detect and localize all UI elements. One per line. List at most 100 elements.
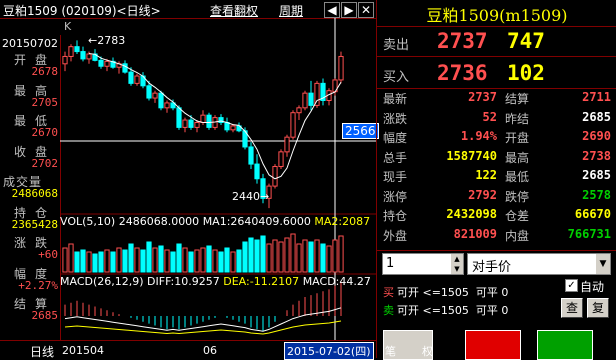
quote-stat-value: 2792 bbox=[468, 187, 497, 202]
quote-stat: 幅度 1.94% bbox=[383, 129, 497, 147]
quote-stat: 现手 122 bbox=[383, 168, 497, 186]
kline-chart[interactable]: K ←2783 2440→ 2566 VOL(5,10) 2486068.000… bbox=[60, 18, 379, 340]
volume-bar bbox=[254, 239, 260, 273]
bar-info-value: 2486068 bbox=[11, 187, 58, 200]
quote-stat: 最高 2738 bbox=[505, 149, 611, 167]
candle-body bbox=[248, 146, 254, 165]
bar-info-value: 2705 bbox=[31, 95, 59, 109]
sell-availability: 可开 <=1505 可平 0 bbox=[397, 304, 509, 317]
volume-bar bbox=[266, 243, 272, 273]
quote-stat: 跌停 2578 bbox=[505, 188, 611, 206]
volume-bar bbox=[242, 241, 248, 273]
quote-stat-label: 外盘 bbox=[383, 228, 408, 243]
candle-body bbox=[74, 46, 80, 53]
close-icon[interactable]: ✕ bbox=[358, 2, 374, 18]
volume-bar bbox=[62, 247, 68, 273]
volume-bar bbox=[116, 247, 122, 273]
candle-body bbox=[194, 122, 200, 128]
volume-bar bbox=[152, 247, 158, 273]
volume-bar bbox=[248, 237, 254, 273]
volume-bar bbox=[80, 249, 86, 273]
volume-bar bbox=[176, 243, 182, 273]
quote-stat-label: 最新 bbox=[383, 92, 408, 106]
quote-stat-value: 52 bbox=[482, 109, 497, 124]
axis-date-start: 201504 bbox=[62, 344, 104, 357]
bar-info-value: 2685 bbox=[31, 309, 59, 322]
prev-icon[interactable]: ◀ bbox=[324, 2, 340, 18]
quote-stat: 仓差 66670 bbox=[505, 207, 611, 225]
volume-bar bbox=[74, 251, 80, 273]
reset-button[interactable]: 复 bbox=[587, 298, 609, 318]
bid-label: 买入 bbox=[383, 70, 410, 85]
quote-stat-label: 幅度 bbox=[383, 131, 408, 145]
volume-bar bbox=[224, 247, 230, 273]
sell-order-button[interactable] bbox=[537, 330, 593, 360]
qty-spinner-icon[interactable]: ▲ ▼ bbox=[451, 254, 463, 274]
price-type-select[interactable]: 对手价 ▼ bbox=[467, 253, 611, 275]
candle-body bbox=[278, 151, 284, 168]
bid-qty: 102 bbox=[507, 61, 545, 85]
quote-stat: 持仓 2432098 bbox=[383, 207, 497, 225]
buy-tag: 买 bbox=[383, 286, 394, 299]
candle-body bbox=[98, 59, 104, 67]
bar-info-value: +60 bbox=[38, 248, 58, 261]
volume-bar bbox=[284, 237, 290, 273]
dea-line bbox=[64, 320, 342, 335]
qty-input[interactable]: 1 ▲ ▼ bbox=[382, 253, 464, 275]
quote-stat-value: 2578 bbox=[582, 187, 611, 202]
volume-bar bbox=[86, 251, 92, 273]
quote-stat-label: 涨停 bbox=[383, 189, 408, 204]
volume-bar bbox=[212, 249, 218, 273]
buy-availability: 可开 <=1505 可平 0 bbox=[397, 286, 509, 299]
candle-body bbox=[62, 55, 68, 65]
auto-checkbox[interactable]: ✓ bbox=[565, 279, 578, 292]
candle-body bbox=[164, 102, 170, 109]
volume-bar bbox=[338, 235, 344, 273]
period-link[interactable]: 周期 bbox=[279, 2, 303, 19]
candle-body bbox=[86, 53, 92, 60]
volume-bar bbox=[230, 251, 236, 273]
high-marker: ←2783 bbox=[88, 34, 126, 47]
quote-panel: 豆粕1509(m1509) 卖出 2737 747 买入 2736 102 最新… bbox=[376, 0, 616, 360]
quote-stat-label: 现手 bbox=[383, 170, 408, 184]
volume-bar bbox=[332, 239, 338, 273]
query-button[interactable]: 查 bbox=[561, 298, 583, 318]
quote-stat-label: 昨结 bbox=[505, 111, 530, 126]
axis-date-mid: 06 bbox=[203, 344, 217, 357]
ask-label: 卖出 bbox=[383, 38, 410, 53]
candle-body bbox=[146, 85, 152, 99]
volume-bar bbox=[68, 243, 74, 273]
quote-stat-label: 内盘 bbox=[505, 228, 530, 243]
candle-body bbox=[206, 114, 212, 128]
tab-right[interactable]: 权 bbox=[422, 343, 433, 359]
chevron-down-icon[interactable]: ▼ bbox=[596, 254, 610, 274]
quote-stat-label: 跌停 bbox=[505, 189, 530, 204]
quote-stat-value: 1.94% bbox=[460, 129, 497, 143]
buy-order-button[interactable] bbox=[465, 330, 521, 360]
quote-stat-label: 结算 bbox=[505, 92, 530, 106]
volume-bar bbox=[158, 245, 164, 273]
quote-stat-value: 2738 bbox=[582, 148, 611, 163]
rights-link[interactable]: 查看翻权 bbox=[210, 2, 258, 19]
volume-bar bbox=[128, 243, 134, 273]
quote-stat-label: 持仓 bbox=[383, 209, 408, 223]
volume-bar bbox=[182, 247, 188, 273]
volume-bar bbox=[104, 249, 110, 273]
tab-pen[interactable]: 笔 bbox=[385, 343, 396, 359]
volume-bar bbox=[320, 243, 326, 273]
candle-body bbox=[272, 166, 278, 187]
volume-bar bbox=[188, 251, 194, 273]
volume-bar bbox=[302, 239, 308, 273]
volume-bar bbox=[194, 249, 200, 273]
kline-label: K bbox=[64, 20, 72, 33]
volume-bar bbox=[278, 241, 284, 273]
quote-stat: 结算 2711 bbox=[505, 90, 611, 108]
next-icon[interactable]: ▶ bbox=[341, 2, 357, 18]
quote-stat: 总手 1587740 bbox=[383, 149, 497, 167]
volume-bar bbox=[308, 241, 314, 273]
volume-bar bbox=[134, 247, 140, 273]
volume-bar bbox=[314, 239, 320, 273]
ask-price: 2737 bbox=[437, 29, 488, 53]
candle-body bbox=[338, 55, 344, 81]
candle-body bbox=[254, 163, 260, 180]
